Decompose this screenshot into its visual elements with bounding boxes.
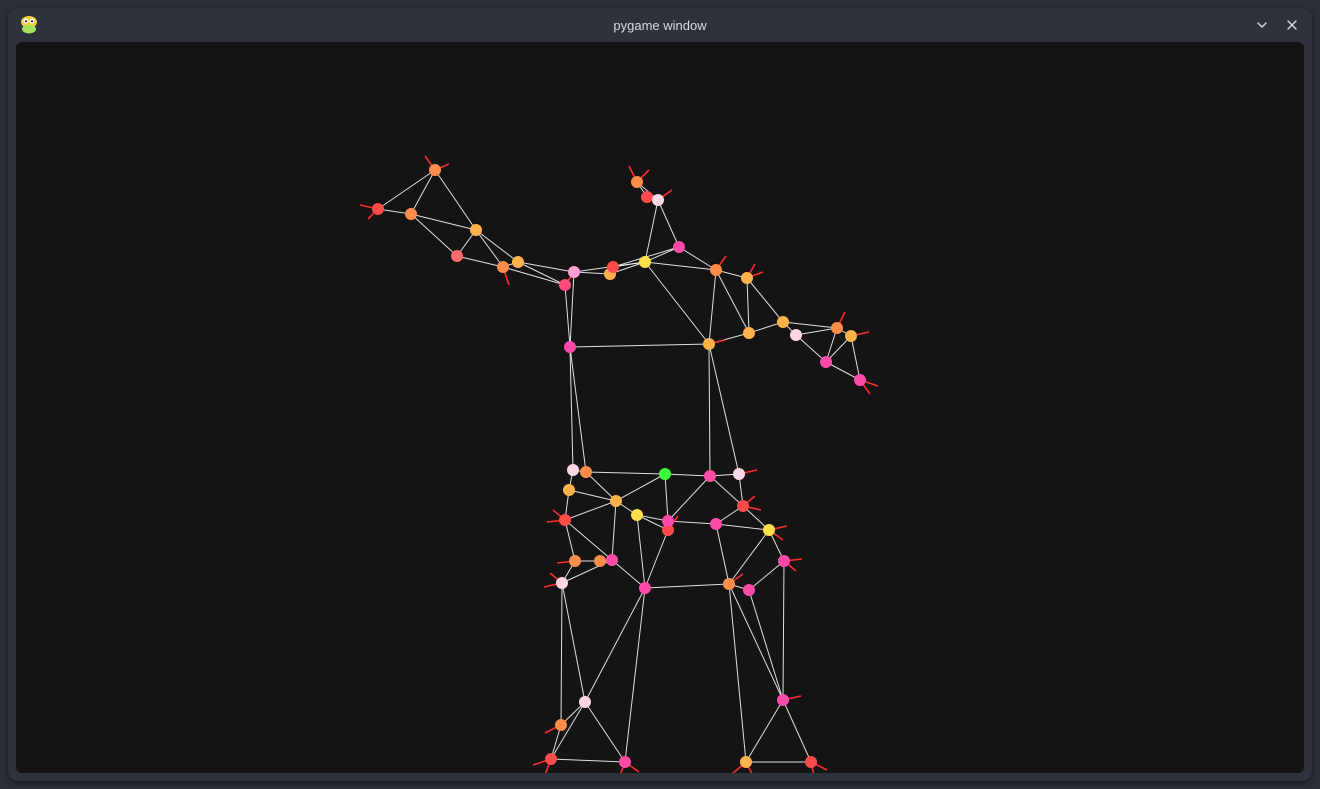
graph-node[interactable] <box>704 470 716 482</box>
graph-node[interactable] <box>639 256 651 268</box>
graph-node[interactable] <box>545 753 557 765</box>
graph-node[interactable] <box>743 327 755 339</box>
graph-node[interactable] <box>790 329 802 341</box>
graph-node[interactable] <box>559 279 571 291</box>
titlebar[interactable]: pygame window <box>8 8 1312 42</box>
window-title: pygame window <box>8 18 1312 33</box>
graph-node[interactable] <box>372 203 384 215</box>
window-frame: pygame window <box>8 8 1312 781</box>
graph-node[interactable] <box>673 241 685 253</box>
graph-node[interactable] <box>568 266 580 278</box>
graph-node[interactable] <box>641 191 653 203</box>
graph-node[interactable] <box>763 524 775 536</box>
graph-node[interactable] <box>559 514 571 526</box>
graph-node[interactable] <box>652 194 664 206</box>
close-button[interactable] <box>1278 11 1306 39</box>
graph-node[interactable] <box>659 468 671 480</box>
graph-node[interactable] <box>580 466 592 478</box>
graph-node[interactable] <box>805 756 817 768</box>
graph-node[interactable] <box>710 264 722 276</box>
graph-node[interactable] <box>555 719 567 731</box>
graph-node[interactable] <box>563 484 575 496</box>
graph-node[interactable] <box>470 224 482 236</box>
graph-node[interactable] <box>743 584 755 596</box>
pygame-canvas[interactable] <box>16 42 1304 773</box>
graph-node[interactable] <box>710 518 722 530</box>
graph-node[interactable] <box>405 208 417 220</box>
graph-node[interactable] <box>619 756 631 768</box>
graph-node[interactable] <box>564 341 576 353</box>
window-controls <box>1248 8 1306 42</box>
graph-node[interactable] <box>556 577 568 589</box>
graph-node[interactable] <box>451 250 463 262</box>
pygame-app-icon <box>18 13 40 35</box>
minimize-button[interactable] <box>1248 11 1276 39</box>
graph-edges <box>378 170 860 762</box>
graph-node[interactable] <box>607 261 619 273</box>
graph-node[interactable] <box>512 256 524 268</box>
graph-node[interactable] <box>703 338 715 350</box>
graph-node[interactable] <box>741 272 753 284</box>
graph-node[interactable] <box>777 694 789 706</box>
graph-node[interactable] <box>639 582 651 594</box>
graph-node[interactable] <box>610 495 622 507</box>
graph-node[interactable] <box>606 554 618 566</box>
graph-node[interactable] <box>854 374 866 386</box>
graph-node[interactable] <box>737 500 749 512</box>
graph-node[interactable] <box>777 316 789 328</box>
graph-viewport <box>16 42 1304 773</box>
graph-node[interactable] <box>733 468 745 480</box>
graph-node[interactable] <box>497 261 509 273</box>
graph-node[interactable] <box>579 696 591 708</box>
graph-node[interactable] <box>740 756 752 768</box>
graph-node[interactable] <box>662 515 674 527</box>
graph-node[interactable] <box>567 464 579 476</box>
graph-spikes <box>360 156 878 773</box>
graph-node[interactable] <box>820 356 832 368</box>
graph-node[interactable] <box>778 555 790 567</box>
graph-node[interactable] <box>723 578 735 590</box>
graph-node[interactable] <box>845 330 857 342</box>
graph-node[interactable] <box>594 555 606 567</box>
graph-node[interactable] <box>831 322 843 334</box>
graph-node[interactable] <box>631 176 643 188</box>
graph-node[interactable] <box>569 555 581 567</box>
graph-node[interactable] <box>429 164 441 176</box>
graph-node[interactable] <box>631 509 643 521</box>
graph-nodes <box>372 164 866 768</box>
